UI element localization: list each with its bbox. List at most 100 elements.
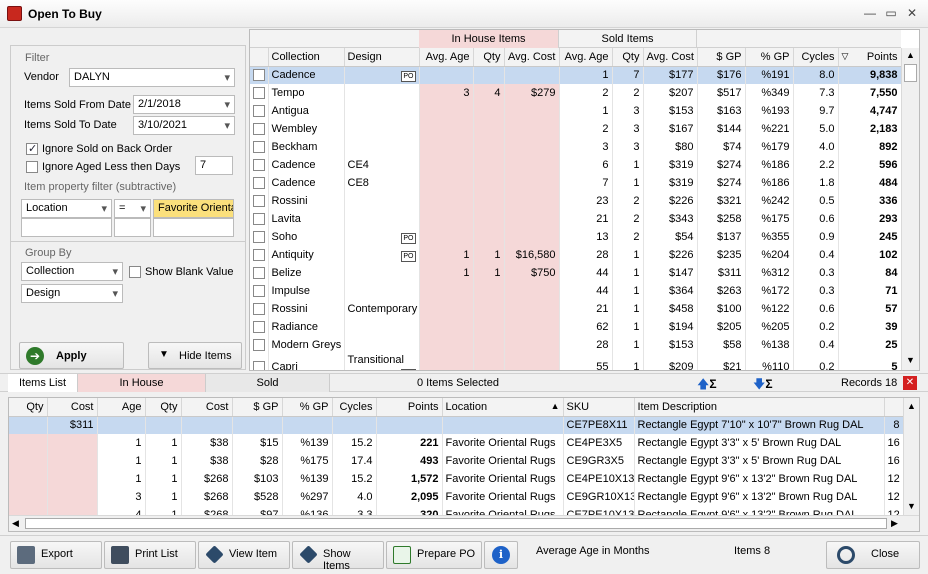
row-checkbox-box[interactable] (253, 267, 265, 279)
col-lower-gp[interactable]: $ GP (232, 398, 283, 417)
row-checkbox[interactable] (250, 282, 269, 300)
col-pct-gp[interactable]: % GP (745, 48, 794, 67)
po-icon[interactable]: PO (401, 71, 416, 83)
row-checkbox-box[interactable] (253, 87, 265, 99)
upper-vscrollbar[interactable]: ▲ ▼ (901, 48, 919, 370)
col-lower-ih-qty[interactable]: Qty (9, 398, 48, 417)
scroll-right-icon[interactable]: ▶ (891, 518, 898, 529)
table-row[interactable]: 1 1 $38 $28 %175 17.4 493 Favorite Oriental Rug… (9, 452, 904, 470)
col-ih-avg-cost[interactable]: Avg. Cost (504, 48, 560, 67)
row-checkbox-box[interactable] (253, 177, 265, 189)
row-checkbox[interactable] (250, 318, 269, 336)
property-value-input[interactable]: Favorite Orienta (153, 199, 234, 218)
close-button[interactable]: Close (826, 541, 920, 569)
export-button[interactable]: Export (10, 541, 102, 569)
row-checkbox-box[interactable] (253, 303, 265, 315)
row-checkbox-box[interactable] (253, 361, 265, 370)
col-points[interactable]: ▽ Points (838, 48, 902, 67)
table-row[interactable]: Wembley 2 3 $167 $144 %221 5.0 2,183 (250, 120, 902, 138)
col-gp[interactable]: $ GP (697, 48, 746, 67)
apply-button[interactable]: ➔ Apply (19, 342, 124, 369)
table-row[interactable]: Capri Transitional PO 55 1 $209 $21 %110 0.2 5 (250, 354, 902, 370)
col-design[interactable]: Design (344, 48, 420, 67)
close-window-icon[interactable]: ✕ (904, 6, 920, 22)
table-row[interactable]: Rossini 23 2 $226 $321 %242 0.5 336 (250, 192, 902, 210)
property-operator-dropdown[interactable]: = (114, 199, 151, 218)
sum-down-button[interactable]: 🡇Σ (753, 375, 773, 396)
scroll-up-icon[interactable]: ▲ (907, 401, 916, 411)
table-row[interactable]: 3 1 $268 $528 %297 4.0 2,095 Favorite Oriental … (9, 488, 904, 506)
table-row[interactable]: 1 1 $268 $103 %139 15.2 1,572 Favorite Oriental… (9, 470, 904, 488)
col-lower-extra[interactable] (884, 398, 904, 417)
row-checkbox[interactable] (250, 210, 269, 228)
row-checkbox[interactable] (250, 336, 269, 354)
ignore-aged-checkbox[interactable] (26, 161, 38, 173)
lower-vscrollbar[interactable]: ▲ ▼ (903, 398, 919, 515)
property-field-empty[interactable] (21, 218, 112, 237)
row-checkbox-box[interactable] (253, 339, 265, 351)
row-checkbox[interactable] (250, 156, 269, 174)
group-by-field2-dropdown[interactable]: Design (21, 284, 123, 303)
print-list-button[interactable]: Print List (104, 541, 196, 569)
scroll-down-icon[interactable]: ▼ (907, 501, 916, 511)
row-checkbox[interactable] (250, 354, 269, 370)
col-s-avg-age[interactable]: Avg. Age (559, 48, 613, 67)
po-icon[interactable]: PO (401, 233, 416, 244)
view-item-button[interactable]: View Item (198, 541, 290, 569)
row-checkbox[interactable] (250, 102, 269, 120)
table-row[interactable]: Antigua 1 3 $153 $163 %193 9.7 4,747 (250, 102, 902, 120)
col-lower-cost[interactable]: Cost (181, 398, 233, 417)
row-checkbox[interactable] (250, 84, 269, 102)
row-checkbox-box[interactable] (253, 69, 265, 82)
show-items-button[interactable]: Show Items (292, 541, 384, 572)
row-checkbox[interactable] (250, 192, 269, 210)
row-checkbox-box[interactable] (253, 105, 265, 117)
upper-scroll-thumb[interactable] (904, 64, 917, 82)
row-checkbox-box[interactable] (253, 213, 265, 225)
col-lower-location[interactable]: Location ▲ (442, 398, 564, 417)
po-icon[interactable]: PO (401, 251, 416, 262)
sum-up-button[interactable]: 🡅Σ (697, 375, 717, 396)
row-checkbox-box[interactable] (253, 321, 265, 333)
col-cycles[interactable]: Cycles (793, 48, 839, 67)
property-field-dropdown[interactable]: Location (21, 199, 112, 218)
row-checkbox-box[interactable] (253, 141, 265, 153)
table-row[interactable]: Radiance 62 1 $194 $205 %205 0.2 39 (250, 318, 902, 336)
col-collection[interactable]: Collection (268, 48, 345, 67)
scroll-up-icon[interactable]: ▲ (906, 50, 915, 60)
col-lower-cycles[interactable]: Cycles (332, 398, 377, 417)
row-checkbox[interactable] (250, 228, 269, 246)
row-checkbox-box[interactable] (253, 159, 265, 171)
ignore-aged-days-input[interactable]: 7 (195, 156, 233, 175)
row-checkbox-box[interactable] (253, 123, 265, 135)
col-lower-points[interactable]: Points (376, 398, 443, 417)
tab-items-list[interactable]: Items List (8, 374, 78, 392)
table-row[interactable]: Antiquity PO 1 1 $16,580 28 1 $226 $235 %204 0.4 10… (250, 246, 902, 264)
table-row[interactable]: Impulse 44 1 $364 $263 %172 0.3 71 (250, 282, 902, 300)
row-checkbox-box[interactable] (253, 231, 265, 243)
col-ih-qty[interactable]: Qty (473, 48, 505, 67)
row-checkbox-box[interactable] (253, 249, 265, 261)
table-row[interactable]: Rossini Contemporary 21 1 $458 $100 %122 0.6 57 (250, 300, 902, 318)
row-checkbox[interactable] (250, 66, 269, 84)
table-row[interactable]: Cadence PO 1 7 $177 $176 %191 8.0 9,838 (250, 66, 902, 84)
tab-sold[interactable]: Sold (206, 374, 330, 392)
table-row[interactable]: $311 CE7PE8X11 Rectangle Egypt 7'10" x 10'… (9, 416, 904, 434)
col-lower-sku[interactable]: SKU (563, 398, 635, 417)
po-icon[interactable]: PO (401, 369, 416, 370)
row-checkbox[interactable] (250, 138, 269, 156)
table-row[interactable]: Modern Greys 28 1 $153 $58 %138 0.4 25 (250, 336, 902, 354)
row-checkbox-box[interactable] (253, 195, 265, 207)
lower-hscrollbar[interactable]: ◀ ▶ (9, 515, 919, 531)
lower-grid[interactable]: Qty Cost Age Qty Cost $ GP % GP Cycles P… (8, 397, 920, 532)
row-checkbox[interactable] (250, 264, 269, 282)
minimize-icon[interactable]: — (862, 6, 878, 22)
row-checkbox[interactable] (250, 120, 269, 138)
row-checkbox[interactable] (250, 174, 269, 192)
upper-grid[interactable]: In House Items Sold Items Collection Des… (249, 29, 920, 371)
info-button[interactable]: i (484, 541, 518, 569)
table-row[interactable]: Soho PO 13 2 $54 $137 %355 0.9 245 (250, 228, 902, 246)
col-ih-avg-age[interactable]: Avg. Age (419, 48, 474, 67)
col-lower-ih-cost[interactable]: Cost (47, 398, 98, 417)
vendor-dropdown[interactable]: DALYN (69, 68, 235, 87)
